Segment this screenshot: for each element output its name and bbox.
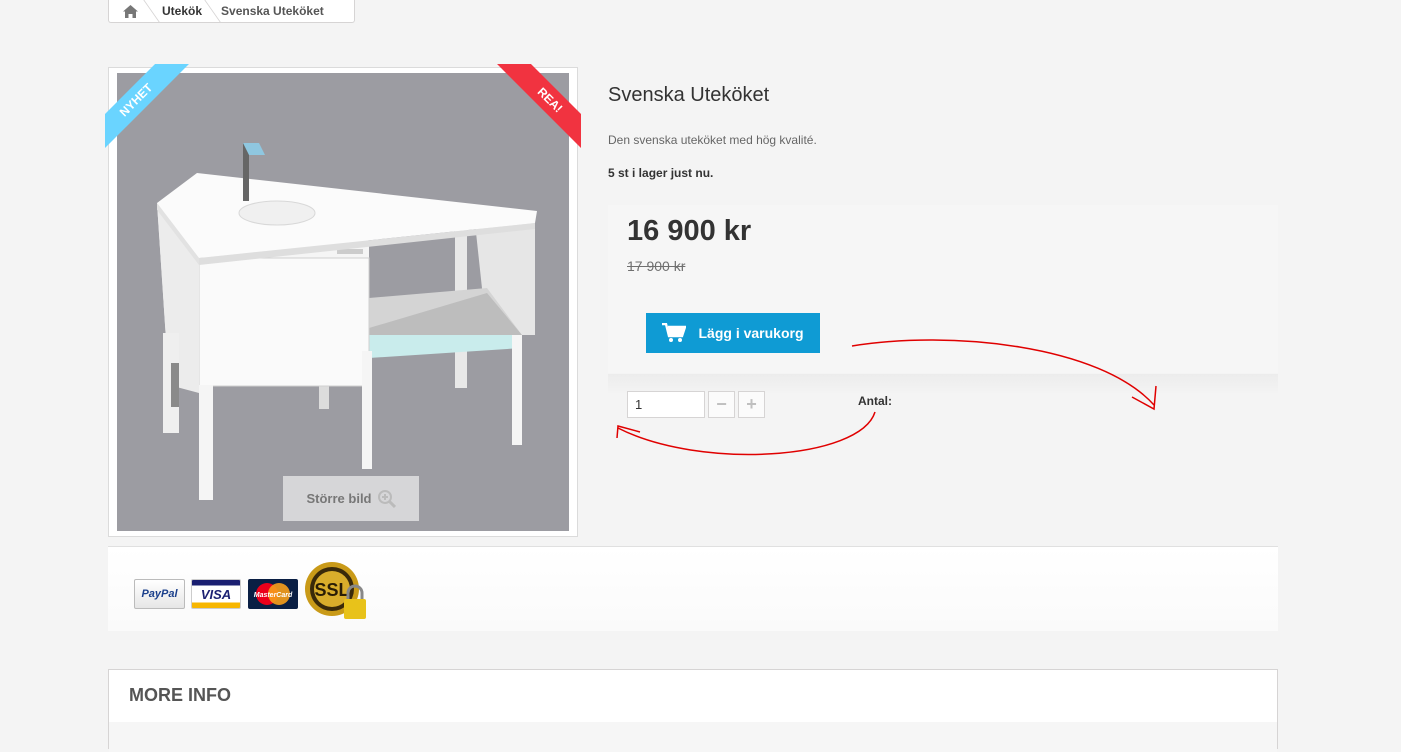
product-price: 16 900 kr <box>627 215 752 247</box>
add-to-cart-label: Lägg i varukorg <box>698 325 804 341</box>
quantity-minus-button[interactable]: − <box>708 391 735 418</box>
paypal-logo: PayPal <box>134 579 185 609</box>
quantity-box: − + Antal: <box>608 374 1278 444</box>
cart-icon <box>662 323 687 342</box>
ssl-seal-icon: SSL <box>305 562 366 619</box>
product-title: Svenska Uteköket <box>608 84 770 106</box>
stock-status: 5 st i lager just nu. <box>608 166 714 180</box>
sale-ribbon-label: REA! <box>496 64 581 149</box>
payment-methods: PayPal VISA MasterCard SSL <box>108 546 1278 631</box>
sale-ribbon: REA! <box>496 64 581 149</box>
zoom-in-icon <box>377 489 396 508</box>
quantity-input[interactable] <box>627 391 705 418</box>
visa-logo: VISA <box>191 579 241 609</box>
mastercard-logo: MasterCard <box>248 579 298 609</box>
quantity-plus-button[interactable]: + <box>738 391 765 418</box>
more-info-title: MORE INFO <box>129 685 231 705</box>
mastercard-circles-icon: MasterCard <box>254 583 293 605</box>
new-ribbon: NYHET <box>105 64 190 149</box>
more-info-section: MORE INFO <box>108 669 1278 752</box>
breadcrumb: Utekök Svenska Uteköket <box>108 0 355 23</box>
bigger-image-button[interactable]: Större bild <box>283 476 419 521</box>
quantity-label: Antal: <box>858 394 892 408</box>
breadcrumb-category[interactable]: Utekök <box>152 4 212 18</box>
old-price: 17 900 kr <box>627 258 686 274</box>
home-icon <box>122 4 138 18</box>
mastercard-label: MasterCard <box>254 592 293 599</box>
product-description: Den svenska uteköket med hög kvalité. <box>608 133 817 147</box>
bigger-image-label: Större bild <box>306 491 372 506</box>
product-image-box: Större bild NYHET REA! <box>105 64 581 537</box>
breadcrumb-current: Svenska Uteköket <box>221 4 324 18</box>
ssl-label: SSL <box>314 580 349 600</box>
new-ribbon-label: NYHET <box>105 64 190 149</box>
add-to-cart-button[interactable]: Lägg i varukorg <box>646 313 820 353</box>
price-box: 16 900 kr 17 900 kr Lägg i varukorg <box>608 205 1278 373</box>
more-info-content <box>109 722 1277 752</box>
